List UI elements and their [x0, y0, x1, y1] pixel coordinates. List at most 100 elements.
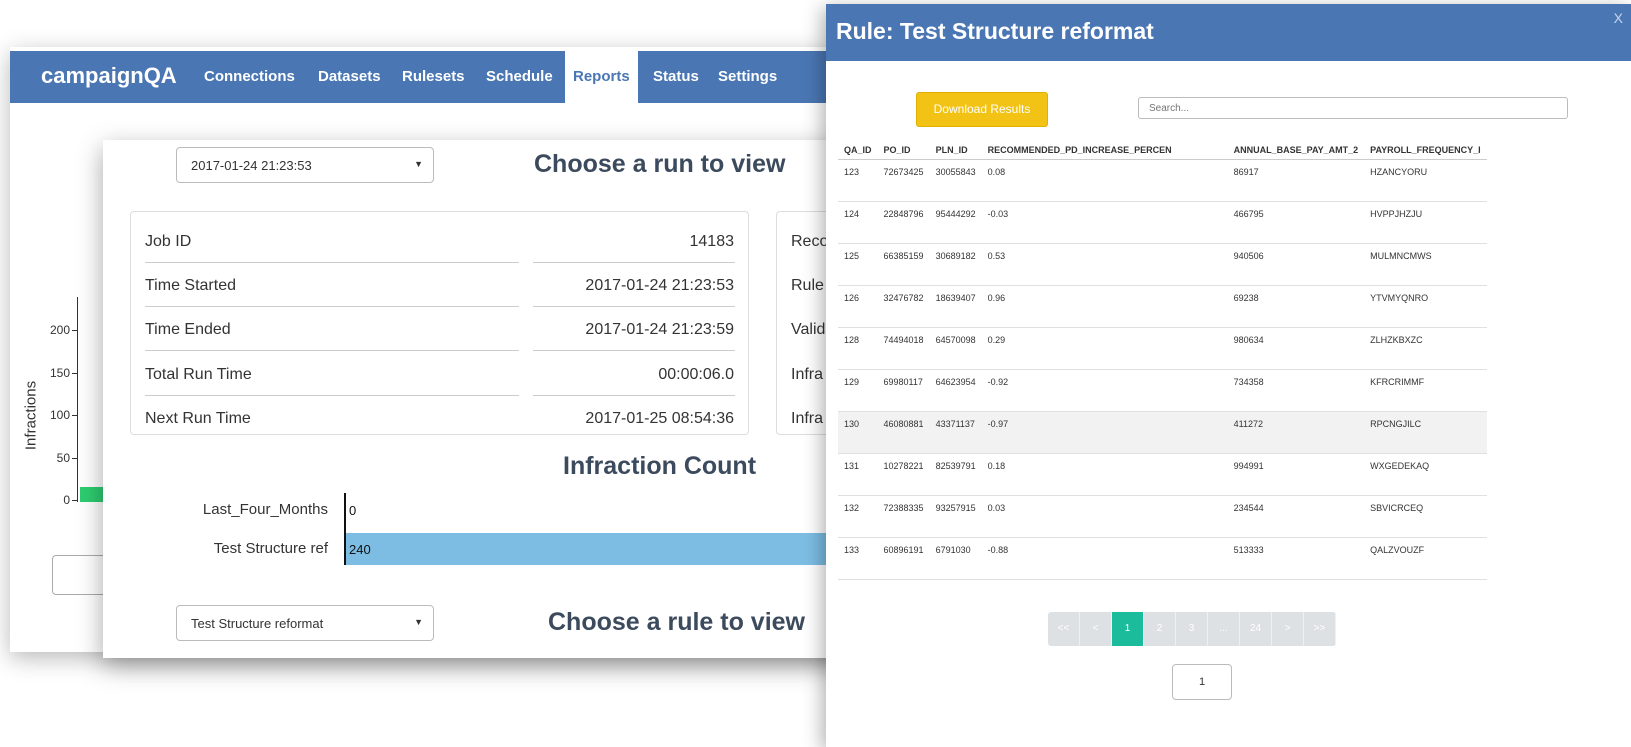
table-cell: 30689182 [929, 243, 982, 286]
info-value: 14183 [689, 233, 735, 250]
table-row[interactable]: 123 72673425 30055843 0.08 86917 HZANCYORU [838, 159, 1487, 202]
run-select[interactable]: 2017-01-24 21:23:53 ▼ [176, 147, 434, 183]
table-cell: 6791030 [929, 537, 982, 580]
table-row[interactable]: 133 60896191 6791030 -0.88 513333 QALZVOUZF [838, 537, 1487, 580]
page-button[interactable]: 3 [1176, 612, 1208, 646]
page-button: ... [1208, 612, 1240, 646]
table-row[interactable]: 131 10278221 82539791 0.18 994991 WXGEDEKAQ [838, 453, 1487, 496]
close-icon[interactable]: X [1614, 10, 1623, 26]
chart-bar [346, 533, 866, 565]
nav-rulesets[interactable]: Rulesets [394, 51, 473, 103]
page-button[interactable]: < [1080, 612, 1112, 646]
table-cell: 74494018 [877, 327, 930, 370]
y-tick-mark [72, 458, 77, 459]
table-cell: WXGEDEKAQ [1364, 453, 1487, 496]
table-row[interactable]: 132 72388335 93257915 0.03 234544 SBVICRCEQ [838, 495, 1487, 538]
table-cell: -0.88 [981, 537, 1228, 580]
info-row: Job ID 14183 [131, 219, 748, 263]
table-cell: 95444292 [929, 201, 982, 244]
results-table: QA_ID PO_ID PLN_ID RECOMMENDED_PD_INCREA… [838, 141, 1487, 580]
table-row[interactable]: 124 22848796 95444292 -0.03 466795 HVPPJHZJU [838, 201, 1487, 244]
modal-title: Rule: Test Structure reformat [836, 18, 1154, 44]
table-cell: 0.96 [981, 285, 1228, 328]
info-label: Job ID [145, 233, 192, 250]
info-label: Total Run Time [145, 366, 252, 383]
table-cell: 64570098 [929, 327, 982, 370]
page-button[interactable]: 24 [1240, 612, 1272, 646]
run-heading: Choose a run to view [534, 150, 786, 178]
nav-settings[interactable]: Settings [710, 51, 785, 103]
page-number-input[interactable]: 1 [1172, 664, 1232, 700]
table-cell: 69980117 [877, 369, 930, 412]
bar-category-label: Last_Four_Months [202, 501, 328, 518]
page-button[interactable]: << [1048, 612, 1080, 646]
table-cell: ZLHZKBXZC [1364, 327, 1487, 370]
column-header[interactable]: ANNUAL_BASE_PAY_AMT_2 [1227, 141, 1365, 160]
info-row: Time Ended 2017-01-24 21:23:59 [131, 307, 748, 351]
table-cell: -0.97 [981, 411, 1228, 454]
table-cell: HZANCYORU [1364, 159, 1487, 202]
page-button[interactable]: 1 [1112, 612, 1144, 646]
table-cell: 0.08 [981, 159, 1228, 202]
table-cell: 994991 [1227, 453, 1365, 496]
download-results-button[interactable]: Download Results [916, 92, 1048, 127]
side-label: Infra [791, 366, 824, 383]
table-cell: 60896191 [877, 537, 930, 580]
column-header[interactable]: PAYROLL_FREQUENCY_I [1364, 141, 1487, 160]
table-cell: 132 [838, 495, 878, 538]
table-cell: 72673425 [877, 159, 930, 202]
bar-data-label: 0 [349, 503, 357, 518]
table-cell: 123 [838, 159, 878, 202]
table-cell: 10278221 [877, 453, 930, 496]
rule-select-value: Test Structure reformat [191, 616, 324, 631]
info-row: Next Run Time 2017-01-25 08:54:36 [131, 396, 748, 440]
column-header[interactable]: QA_ID [838, 141, 878, 160]
table-cell: 66385159 [877, 243, 930, 286]
table-cell: 72388335 [877, 495, 930, 538]
table-cell: 0.18 [981, 453, 1228, 496]
nav-connections[interactable]: Connections [196, 51, 303, 103]
table-cell: 129 [838, 369, 878, 412]
table-cell: 126 [838, 285, 878, 328]
nav-datasets[interactable]: Datasets [310, 51, 389, 103]
brand-logo[interactable]: campaignQA [41, 63, 177, 89]
table-cell: 64623954 [929, 369, 982, 412]
table-row[interactable]: 125 66385159 30689182 0.53 940506 MULMNCMWS [838, 243, 1487, 286]
search-input[interactable] [1138, 97, 1568, 119]
chevron-down-icon: ▼ [414, 617, 423, 627]
table-cell: -0.03 [981, 201, 1228, 244]
y-tick: 0 [63, 493, 70, 507]
pagination: << <1 2 3... 24 > >> [1048, 612, 1336, 646]
table-row[interactable]: 129 69980117 64623954 -0.92 734358 KFRCRIMMF [838, 369, 1487, 412]
table-cell: 124 [838, 201, 878, 244]
page-button[interactable]: >> [1304, 612, 1336, 646]
info-value: 2017-01-24 21:23:53 [585, 277, 734, 294]
table-cell: 466795 [1227, 201, 1365, 244]
rule-select[interactable]: Test Structure reformat ▼ [176, 605, 434, 641]
table-cell: -0.92 [981, 369, 1228, 412]
table-cell: 46080881 [877, 411, 930, 454]
info-value: 00:00:06.0 [658, 366, 734, 383]
table-row[interactable]: 130 46080881 43371137 -0.97 411272 RPCNGJILC [838, 411, 1487, 454]
column-header[interactable]: PLN_ID [929, 141, 982, 160]
nav-reports[interactable]: Reports [565, 51, 638, 103]
table-cell: SBVICRCEQ [1364, 495, 1487, 538]
column-header[interactable]: RECOMMENDED_PD_INCREASE_PERCEN [981, 141, 1228, 160]
y-tick-mark [72, 500, 77, 501]
table-row[interactable]: 128 74494018 64570098 0.29 980634 ZLHZKBXZC [838, 327, 1487, 370]
table-cell: 0.53 [981, 243, 1228, 286]
table-row[interactable]: 126 32476782 18639407 0.96 69238 YTVMYQNRO [838, 285, 1487, 328]
page-button[interactable]: 2 [1144, 612, 1176, 646]
table-cell: 69238 [1227, 285, 1365, 328]
table-cell: 125 [838, 243, 878, 286]
table-cell: 82539791 [929, 453, 982, 496]
y-tick: 150 [49, 366, 70, 380]
table-cell: 133 [838, 537, 878, 580]
navbar: campaignQA Connections Datasets Rulesets… [10, 51, 890, 103]
page-button[interactable]: > [1272, 612, 1304, 646]
y-tick: 100 [49, 408, 70, 422]
nav-schedule[interactable]: Schedule [478, 51, 561, 103]
nav-status[interactable]: Status [645, 51, 707, 103]
column-header[interactable]: PO_ID [877, 141, 930, 160]
table-cell: MULMNCMWS [1364, 243, 1487, 286]
